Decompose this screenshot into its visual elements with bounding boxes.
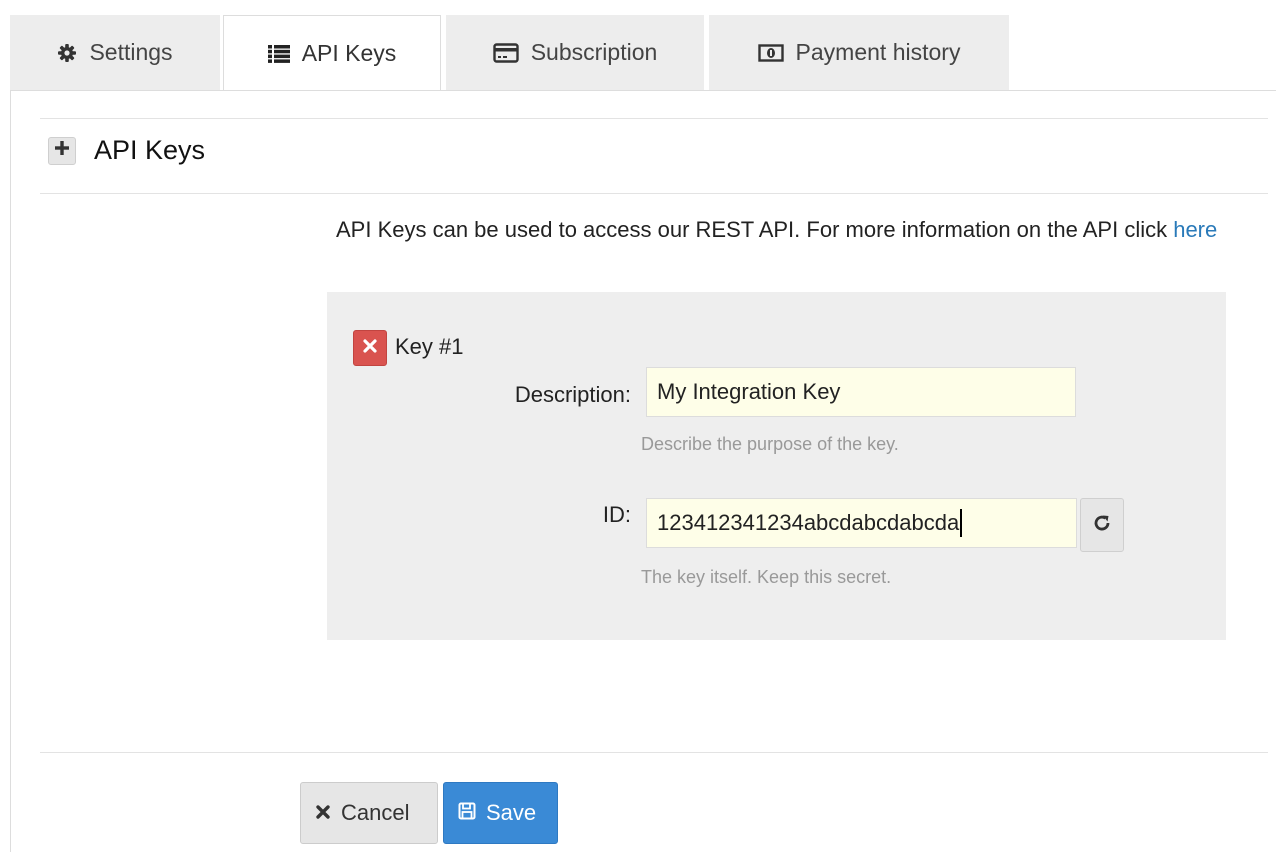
description-value: My Integration Key — [657, 379, 841, 404]
footer-divider — [40, 752, 1268, 753]
section-title: API Keys — [94, 135, 206, 165]
save-button[interactable]: Save — [443, 782, 558, 844]
id-label: ID: — [602, 502, 631, 527]
tab-label: Subscription — [530, 39, 658, 65]
api-docs-link[interactable]: here — [1173, 217, 1217, 242]
tab-settings[interactable]: Settings — [10, 15, 220, 90]
close-icon — [315, 800, 331, 826]
tab-api-keys[interactable]: API Keys — [223, 15, 441, 91]
list-icon — [267, 44, 290, 63]
key-title: Key #1 — [395, 334, 464, 359]
description-input[interactable]: My Integration Key — [646, 367, 1076, 417]
money-bill-icon — [757, 43, 784, 62]
add-key-button[interactable] — [48, 136, 76, 165]
section-header: API Keys — [48, 135, 205, 166]
tab-payment-history[interactable]: Payment history — [709, 15, 1009, 90]
tab-label: Settings — [89, 39, 173, 65]
refresh-icon — [1093, 514, 1111, 537]
section-divider-top — [40, 118, 1268, 119]
id-value: 123412341234abcdabcdabcda — [657, 510, 960, 535]
gear-icon — [57, 43, 77, 63]
regenerate-key-button[interactable] — [1080, 498, 1124, 552]
key-panel: Key #1 Description: My Integration Key D… — [327, 292, 1226, 640]
delete-key-button[interactable] — [353, 330, 387, 366]
credit-card-icon — [493, 42, 519, 63]
intro-text: API Keys can be used to access our REST … — [336, 210, 1236, 250]
tab-label: Payment history — [795, 39, 961, 65]
tab-bar: Settings API Keys Subscription Payment h… — [10, 15, 1276, 91]
save-label: Save — [486, 800, 537, 825]
text-caret — [960, 509, 963, 537]
intro-description: API Keys can be used to access our REST … — [336, 217, 1174, 242]
id-input[interactable]: 123412341234abcdabcdabcda — [646, 498, 1077, 548]
cancel-button[interactable]: Cancel — [300, 782, 438, 844]
id-help: The key itself. Keep this secret. — [641, 567, 892, 587]
content-border — [10, 90, 11, 852]
tab-divider — [10, 90, 1276, 91]
plus-icon — [55, 141, 69, 160]
description-label: Description: — [514, 382, 631, 407]
tab-subscription[interactable]: Subscription — [446, 15, 704, 90]
save-icon — [458, 800, 476, 826]
tab-label: API Keys — [301, 40, 397, 66]
cancel-label: Cancel — [341, 800, 410, 825]
section-divider — [40, 193, 1268, 194]
close-icon — [363, 338, 377, 358]
description-help: Describe the purpose of the key. — [641, 434, 899, 454]
